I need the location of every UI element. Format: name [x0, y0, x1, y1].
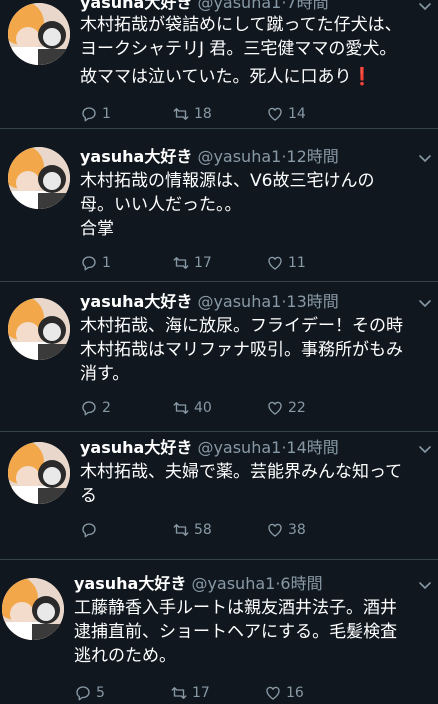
reply-count: 2	[102, 400, 111, 416]
retweet-button[interactable]: 17	[170, 682, 210, 704]
tweet-line: 逮捕直前、ショートヘアにする。毛髪検査	[74, 622, 398, 642]
avatar[interactable]	[8, 147, 70, 209]
retweet-icon	[172, 521, 190, 539]
author-handle[interactable]: @yasuha1	[197, 147, 281, 166]
retweet-count: 17	[192, 685, 210, 701]
reply-button[interactable]: 1	[80, 103, 111, 125]
heart-icon	[266, 521, 284, 539]
author-name[interactable]: yasuha大好き	[80, 147, 192, 166]
reply-icon	[74, 684, 92, 702]
heart-icon	[264, 684, 282, 702]
retweet-button[interactable]: 58	[172, 519, 212, 541]
tweet-text: 木村拓哉の情報源は、V6故三宅けんの 母。いい人だった。。 合掌	[80, 169, 425, 241]
reply-icon	[80, 254, 98, 272]
heart-icon	[266, 254, 284, 272]
reply-button[interactable]: 2	[80, 397, 111, 419]
like-button[interactable]: 11	[266, 252, 306, 274]
author-name[interactable]: yasuha大好き	[74, 574, 186, 593]
chevron-down-icon[interactable]	[418, 153, 432, 163]
tweet-text: 木村拓哉、海に放尿。フライデー！その時 木村拓哉はマリファナ吸引。事務所がもみ …	[80, 314, 425, 386]
retweet-icon	[172, 254, 190, 272]
tweet-line: 木村拓哉、海に放尿。フライデー！その時	[80, 316, 403, 336]
reply-icon	[80, 521, 98, 539]
like-button[interactable]: 16	[264, 682, 304, 704]
like-count: 38	[288, 522, 306, 538]
avatar[interactable]	[8, 298, 70, 360]
tweet-time[interactable]: 12時間	[286, 147, 338, 166]
retweet-count: 40	[194, 400, 212, 416]
tweet-line: 木村拓哉、夫婦で薬。芸能界みんな知って	[80, 462, 403, 482]
retweet-button[interactable]: 17	[172, 252, 212, 274]
chevron-down-icon[interactable]	[418, 444, 432, 454]
tweet-1[interactable]: yasuha大好き @yasuha1·7時間 木村拓哉が袋詰めにして蹴ってた仔犬…	[0, 0, 438, 129]
reply-count: 5	[96, 685, 105, 701]
exclamation-icon: ❗	[351, 67, 373, 87]
author-name[interactable]: yasuha大好き	[80, 0, 192, 12]
retweet-count: 17	[194, 255, 212, 271]
heart-icon	[266, 399, 284, 417]
avatar[interactable]	[8, 442, 70, 504]
reply-icon	[80, 399, 98, 417]
tweet-time[interactable]: 13時間	[286, 292, 338, 311]
tweet-4[interactable]: yasuha大好き @yasuha1·14時間 木村拓哉、夫婦で薬。芸能界みんな…	[0, 432, 438, 560]
reply-button[interactable]: 5	[74, 682, 105, 704]
reply-count: 1	[102, 255, 111, 271]
like-count: 22	[288, 400, 306, 416]
tweet-time[interactable]: 7時間	[286, 0, 328, 12]
like-button[interactable]: 22	[266, 397, 306, 419]
tweet-line: ヨークシャテリJ 君。三宅健ママの愛犬。	[80, 39, 397, 59]
retweet-count: 58	[194, 522, 212, 538]
reply-count: 1	[102, 106, 111, 122]
tweet-line: 逃れのため。	[74, 646, 176, 666]
tweet-text: 工藤静香入手ルートは親友酒井法子。酒井 逮捕直前、ショートヘアにする。毛髪検査 …	[74, 596, 429, 668]
tweet-3[interactable]: yasuha大好き @yasuha1·13時間 木村拓哉、海に放尿。フライデー！…	[0, 282, 438, 432]
tweet-text: 木村拓哉、夫婦で薬。芸能界みんな知って る	[80, 460, 425, 508]
retweet-icon	[170, 684, 188, 702]
tweet-line: 合掌	[80, 219, 114, 239]
tweet-line: 木村拓哉の情報源は、V6故三宅けんの	[80, 171, 375, 191]
tweet-line: 工藤静香入手ルートは親友酒井法子。酒井	[74, 598, 397, 618]
avatar[interactable]	[8, 3, 70, 65]
like-count: 14	[288, 106, 306, 122]
author-handle[interactable]: @yasuha1	[197, 438, 281, 457]
tweet-line: 消す。	[80, 364, 130, 384]
chevron-down-icon[interactable]	[418, 1, 432, 11]
retweet-icon	[172, 399, 190, 417]
tweet-time[interactable]: 6時間	[280, 574, 322, 593]
tweet-line: 木村拓哉が袋詰めにして蹴ってた仔犬は、	[80, 15, 402, 35]
author-name[interactable]: yasuha大好き	[80, 438, 192, 457]
author-handle[interactable]: @yasuha1	[191, 574, 275, 593]
author-handle[interactable]: @yasuha1	[197, 0, 281, 12]
tweet-line: る	[80, 486, 97, 506]
tweet-2[interactable]: yasuha大好き @yasuha1·12時間 木村拓哉の情報源は、V6故三宅け…	[0, 129, 438, 282]
reply-icon	[80, 105, 98, 123]
like-count: 11	[288, 255, 306, 271]
retweet-button[interactable]: 18	[172, 103, 212, 125]
author-handle[interactable]: @yasuha1	[197, 292, 281, 311]
chevron-down-icon[interactable]	[418, 298, 432, 308]
tweet-5[interactable]: yasuha大好き @yasuha1·6時間 工藤静香入手ルートは親友酒井法子。…	[0, 560, 438, 701]
tweet-line: 母。いい人だった。。	[80, 195, 242, 215]
reply-button[interactable]: 1	[80, 252, 111, 274]
retweet-button[interactable]: 40	[172, 397, 212, 419]
reply-button[interactable]	[80, 519, 102, 541]
tweet-text: 木村拓哉が袋詰めにして蹴ってた仔犬は、 ヨークシャテリJ 君。三宅健ママの愛犬。…	[80, 13, 425, 89]
like-button[interactable]: 14	[266, 103, 306, 125]
chevron-down-icon[interactable]	[418, 580, 432, 590]
heart-icon	[266, 105, 284, 123]
avatar[interactable]	[2, 578, 64, 640]
retweet-count: 18	[194, 106, 212, 122]
author-name[interactable]: yasuha大好き	[80, 292, 192, 311]
tweet-time[interactable]: 14時間	[286, 438, 338, 457]
tweet-line: 故ママは泣いていた。死人に口あり	[80, 67, 352, 87]
like-count: 16	[286, 685, 304, 701]
retweet-icon	[172, 105, 190, 123]
tweet-line: 木村拓哉はマリファナ吸引。事務所がもみ	[80, 340, 403, 360]
like-button[interactable]: 38	[266, 519, 306, 541]
